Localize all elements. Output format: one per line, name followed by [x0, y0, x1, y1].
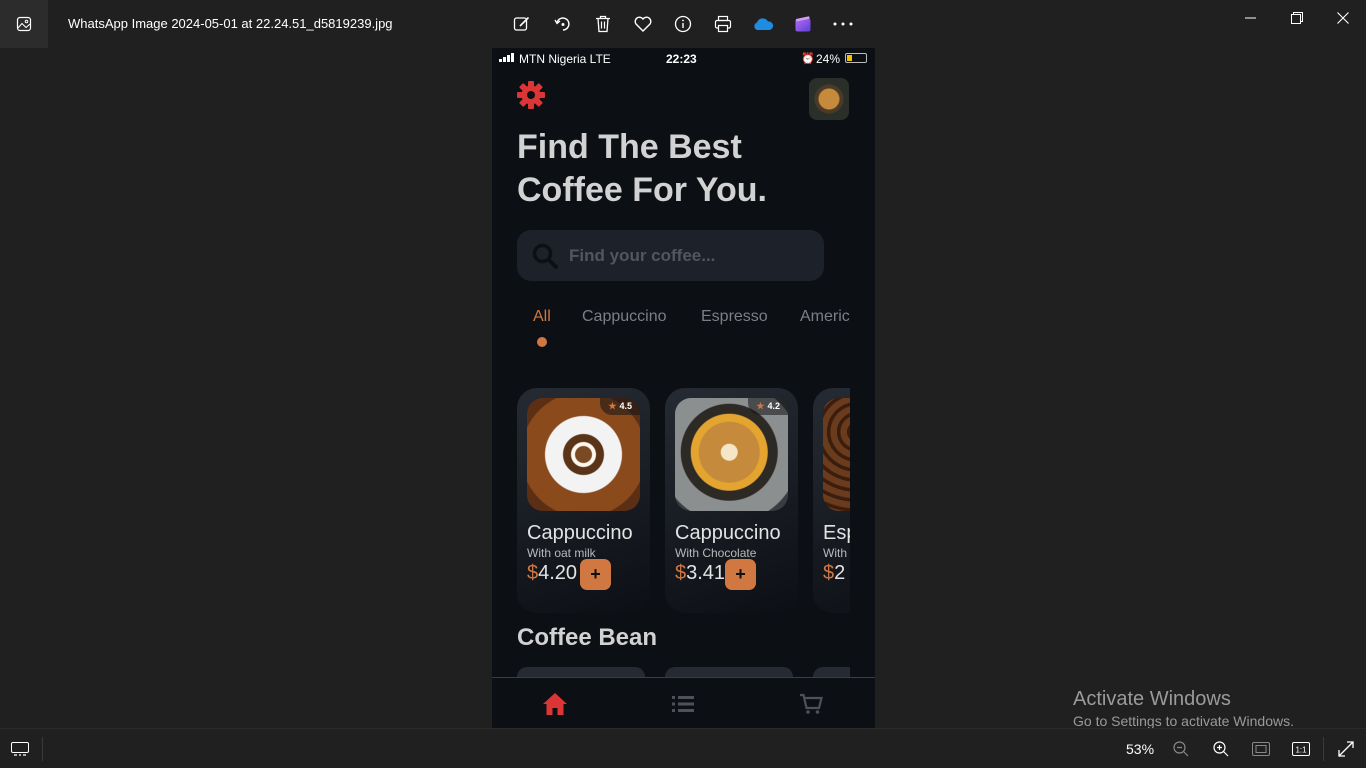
- windows-activation-watermark: Activate Windows Go to Settings to activ…: [1073, 688, 1294, 729]
- signal-icon: [499, 53, 514, 62]
- rating-badge: ★ 4.5: [600, 398, 640, 415]
- coffee-subtitle: With: [823, 546, 847, 560]
- activation-title: Activate Windows: [1073, 688, 1231, 710]
- bean-card[interactable]: [665, 667, 793, 677]
- coffee-image: ★ 4.5: [527, 398, 640, 511]
- alarm-icon: ⏰: [801, 53, 815, 65]
- rating-badge: ★ 4.2: [748, 398, 788, 415]
- section-title: Coffee Bean: [517, 624, 658, 651]
- search-icon: [531, 242, 559, 270]
- svg-text:1:1: 1:1: [1295, 746, 1307, 755]
- coffee-card-list: ★ 4.5 Cappuccino With oat milk $4.20 + ★ 4…: [517, 388, 850, 613]
- rotate-icon[interactable]: [551, 12, 575, 36]
- photos-app-icon[interactable]: [0, 0, 48, 48]
- actual-size-icon[interactable]: 1:1: [1291, 739, 1311, 759]
- tab-cappuccino[interactable]: Cappuccino: [582, 308, 667, 326]
- delete-icon[interactable]: [591, 12, 615, 36]
- coffee-name: Cappuccino: [675, 522, 781, 544]
- coffee-subtitle: With Chocolate: [675, 546, 757, 560]
- coffee-price: $2: [823, 562, 846, 584]
- bottom-navigation: [492, 677, 875, 728]
- tab-americano[interactable]: Americ: [800, 308, 850, 326]
- active-tab-indicator: [537, 337, 547, 347]
- title-bar: WhatsApp Image 2024-05-01 at 22.24.51_d5…: [0, 0, 1366, 48]
- favorite-icon[interactable]: [631, 12, 655, 36]
- profile-avatar[interactable]: [809, 78, 849, 120]
- window-title: WhatsApp Image 2024-05-01 at 22.24.51_d5…: [68, 16, 393, 31]
- coffee-price: $4.20: [527, 562, 578, 584]
- filmstrip-icon[interactable]: [10, 739, 30, 759]
- coffee-search-bar[interactable]: Find your coffee...: [517, 230, 824, 281]
- cart-icon[interactable]: [796, 690, 826, 718]
- divider: [1323, 737, 1324, 761]
- coffee-price: $3.41: [675, 562, 726, 584]
- zoom-level: 53%: [1126, 741, 1155, 757]
- clipchamp-icon[interactable]: [791, 12, 815, 36]
- add-to-cart-button[interactable]: +: [580, 559, 611, 590]
- coffee-image: ★ 4.2: [675, 398, 788, 511]
- zoom-out-icon[interactable]: [1171, 739, 1191, 759]
- onedrive-icon[interactable]: [751, 12, 775, 36]
- phone-status-bar: MTN Nigeria LTE 22:23 ⏰ 24%: [492, 48, 875, 70]
- edit-icon[interactable]: [510, 12, 534, 36]
- minimize-icon[interactable]: [1231, 6, 1271, 30]
- coffee-image: [823, 398, 850, 511]
- coffee-subtitle: With oat milk: [527, 546, 596, 560]
- print-icon[interactable]: [711, 12, 735, 36]
- carrier-label: MTN Nigeria LTE: [519, 52, 611, 66]
- activation-hint: Go to Settings to activate Windows.: [1073, 713, 1294, 729]
- settings-gear-icon[interactable]: [516, 80, 546, 110]
- coffee-name: Esp: [823, 522, 850, 544]
- fullscreen-icon[interactable]: [1336, 739, 1356, 759]
- coffee-card[interactable]: ★ 4.2 Cappuccino With Chocolate $3.41 +: [665, 388, 798, 613]
- bean-card[interactable]: [813, 667, 850, 677]
- bean-card[interactable]: [517, 667, 645, 677]
- restore-icon[interactable]: [1277, 6, 1317, 30]
- list-icon[interactable]: [668, 690, 698, 718]
- tab-all[interactable]: All: [533, 308, 551, 326]
- battery-icon: [845, 53, 867, 63]
- coffee-card[interactable]: Esp With $2: [813, 388, 850, 613]
- search-placeholder: Find your coffee...: [569, 246, 716, 265]
- clock: 22:23: [666, 52, 697, 66]
- coffee-card[interactable]: ★ 4.5 Cappuccino With oat milk $4.20 +: [517, 388, 650, 613]
- fit-to-window-icon[interactable]: [1251, 739, 1271, 759]
- zoom-in-icon[interactable]: [1211, 739, 1231, 759]
- phone-screenshot: MTN Nigeria LTE 22:23 ⏰ 24% Find The Bes…: [492, 48, 875, 728]
- category-tabs: All Cappuccino Espresso Americ: [517, 308, 850, 348]
- add-to-cart-button[interactable]: +: [725, 559, 756, 590]
- divider: [42, 737, 43, 761]
- tab-espresso[interactable]: Espresso: [701, 308, 768, 326]
- close-icon[interactable]: [1323, 6, 1363, 30]
- info-icon[interactable]: [671, 12, 695, 36]
- more-icon[interactable]: [831, 12, 855, 36]
- viewer-bottom-bar: 53% 1:1: [0, 728, 1366, 768]
- coffee-name: Cappuccino: [527, 522, 633, 544]
- home-icon[interactable]: [540, 690, 570, 718]
- battery-percent: 24%: [816, 52, 841, 66]
- page-headline: Find The Best Coffee For You.: [517, 128, 767, 209]
- coffee-bean-card-list: [517, 667, 850, 677]
